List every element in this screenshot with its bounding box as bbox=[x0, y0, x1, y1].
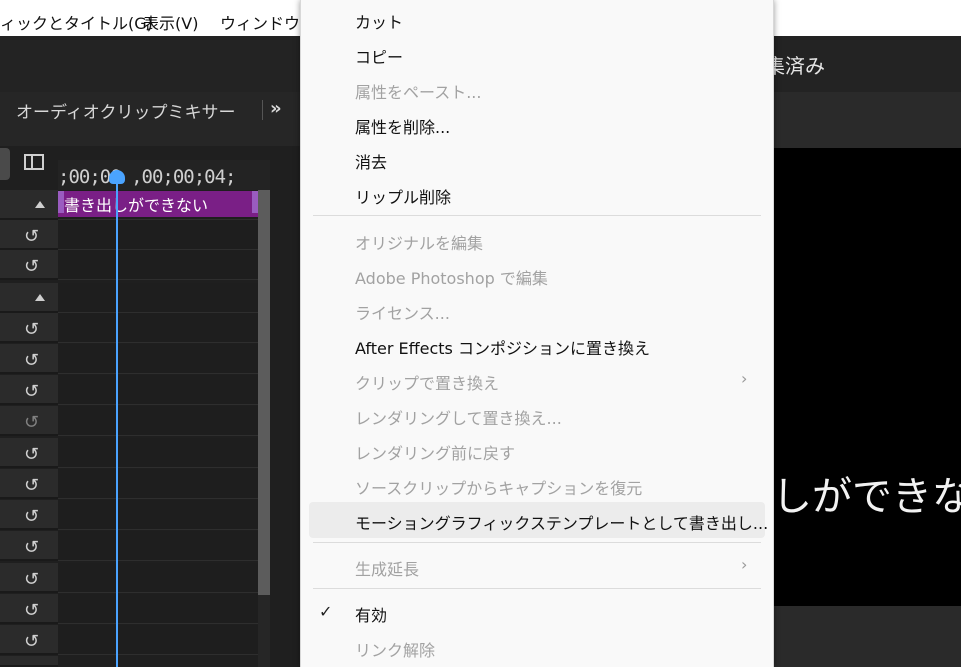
menu-separator bbox=[313, 588, 761, 589]
undo-icon[interactable]: ↺ bbox=[24, 381, 39, 402]
track-header[interactable]: ↺ bbox=[0, 563, 58, 593]
menu-item-edit-in-photoshop[interactable]: Adobe Photoshop で編集 bbox=[355, 265, 548, 289]
track-header[interactable]: ↺ bbox=[0, 344, 58, 374]
check-icon: ✓ bbox=[319, 602, 333, 621]
timeline-scrollbar[interactable] bbox=[258, 190, 270, 595]
triangle-up-icon[interactable] bbox=[35, 201, 45, 208]
track-header[interactable] bbox=[0, 656, 58, 667]
menu-view[interactable]: 表示(V) bbox=[143, 10, 198, 34]
track-lane[interactable] bbox=[58, 375, 258, 405]
track-lane[interactable] bbox=[58, 406, 258, 436]
track-header[interactable]: ↺ bbox=[0, 313, 58, 343]
playhead-line[interactable] bbox=[116, 176, 118, 667]
menu-item-edit-original[interactable]: オリジナルを編集 bbox=[355, 230, 483, 254]
track-lane[interactable] bbox=[58, 250, 258, 280]
track-lane[interactable] bbox=[58, 220, 258, 250]
undo-icon[interactable]: ↺ bbox=[24, 256, 39, 277]
track-lane[interactable] bbox=[58, 283, 258, 313]
viewer-caption-text: しができな bbox=[772, 474, 961, 520]
clip-right-edge[interactable] bbox=[252, 191, 258, 213]
menu-item-unlink[interactable]: リンク解除 bbox=[355, 637, 435, 661]
track-header[interactable]: ↺ bbox=[0, 594, 58, 624]
track-header[interactable]: ↺ bbox=[0, 625, 58, 655]
undo-icon[interactable]: ↺ bbox=[24, 600, 39, 621]
track-lane[interactable] bbox=[58, 469, 258, 499]
track-header[interactable] bbox=[0, 190, 58, 220]
track-header[interactable]: ↺ bbox=[0, 250, 58, 280]
menu-item-cut[interactable]: カット bbox=[355, 9, 403, 33]
menu-item-generative-extend[interactable]: 生成延長 bbox=[355, 556, 419, 580]
submenu-arrow-icon: › bbox=[741, 555, 748, 574]
chevron-double-right-icon[interactable]: » bbox=[270, 98, 282, 119]
track-header[interactable] bbox=[0, 283, 58, 313]
clip-label: 書き出しができない bbox=[64, 196, 209, 215]
menu-item-replace-with-clip[interactable]: クリップで置き換え bbox=[355, 370, 499, 394]
undo-icon[interactable]: ↺ bbox=[24, 319, 39, 340]
track-lane[interactable] bbox=[58, 625, 258, 655]
undo-icon[interactable]: ↺ bbox=[24, 475, 39, 496]
menu-graphics-titles[interactable]: ィックとタイトル(G) bbox=[0, 10, 153, 34]
menu-item-render-and-replace[interactable]: レンダリングして置き換え... bbox=[355, 405, 562, 429]
panel-divider bbox=[262, 100, 263, 120]
undo-icon[interactable]: ↺ bbox=[24, 444, 39, 465]
track-header[interactable]: ↺ bbox=[0, 469, 58, 499]
track-header[interactable]: ↺ bbox=[0, 406, 58, 436]
menu-item-ripple-delete[interactable]: リップル削除 bbox=[355, 184, 451, 208]
context-menu: カット コピー 属性をペースト... 属性を削除... 消去 リップル削除 オリ… bbox=[300, 0, 774, 667]
tool-button[interactable] bbox=[0, 148, 10, 180]
menu-item-clear[interactable]: 消去 bbox=[355, 149, 387, 173]
menu-separator bbox=[313, 215, 761, 216]
undo-icon[interactable]: ↺ bbox=[24, 631, 39, 652]
track-lane[interactable] bbox=[58, 500, 258, 530]
program-monitor-viewer[interactable] bbox=[772, 148, 961, 606]
undo-icon[interactable]: ↺ bbox=[24, 537, 39, 558]
panel-layout-icon[interactable] bbox=[24, 154, 44, 170]
ruler-timecode: ;00;00 ,00;00;04; bbox=[58, 166, 236, 188]
triangle-up-icon[interactable] bbox=[35, 294, 45, 301]
menu-item-replace-with-ae-comp[interactable]: After Effects コンポジションに置き換え bbox=[355, 335, 650, 359]
track-lane[interactable] bbox=[58, 438, 258, 468]
playhead-handle[interactable] bbox=[109, 170, 125, 184]
track-lane[interactable] bbox=[58, 563, 258, 593]
menu-item-enable[interactable]: 有効 bbox=[355, 602, 387, 626]
track-lane[interactable] bbox=[58, 531, 258, 561]
track-header[interactable]: ↺ bbox=[0, 500, 58, 530]
track-header[interactable]: ↺ bbox=[0, 220, 58, 250]
undo-icon[interactable]: ↺ bbox=[24, 569, 39, 590]
menu-item-license[interactable]: ライセンス... bbox=[355, 300, 450, 324]
menu-item-restore-captions[interactable]: ソースクリップからキャプションを復元 bbox=[355, 475, 642, 499]
timeline-scroll-track bbox=[258, 595, 270, 667]
track-lane[interactable] bbox=[58, 344, 258, 374]
right-panel-title: 集済み bbox=[765, 54, 825, 78]
menu-separator bbox=[313, 542, 761, 543]
menu-item-copy[interactable]: コピー bbox=[355, 44, 403, 68]
menu-item-export-mogrt[interactable]: モーショングラフィックステンプレートとして書き出し... bbox=[355, 510, 768, 534]
track-header[interactable]: ↺ bbox=[0, 531, 58, 561]
undo-icon[interactable]: ↺ bbox=[24, 350, 39, 371]
menu-item-paste-attributes[interactable]: 属性をペースト... bbox=[355, 79, 481, 103]
undo-icon[interactable]: ↺ bbox=[24, 412, 39, 433]
track-lane[interactable] bbox=[58, 313, 258, 343]
undo-icon[interactable]: ↺ bbox=[24, 226, 39, 247]
undo-icon[interactable]: ↺ bbox=[24, 506, 39, 527]
track-lane[interactable] bbox=[58, 594, 258, 624]
panel-tab-audio-clip-mixer[interactable]: オーディオクリップミキサー bbox=[16, 98, 235, 123]
track-header[interactable]: ↺ bbox=[0, 375, 58, 405]
track-header[interactable]: ↺ bbox=[0, 438, 58, 468]
submenu-arrow-icon: › bbox=[741, 369, 748, 388]
menu-item-remove-attributes[interactable]: 属性を削除... bbox=[355, 114, 450, 138]
menu-item-restore-unrendered[interactable]: レンダリング前に戻す bbox=[355, 440, 515, 464]
